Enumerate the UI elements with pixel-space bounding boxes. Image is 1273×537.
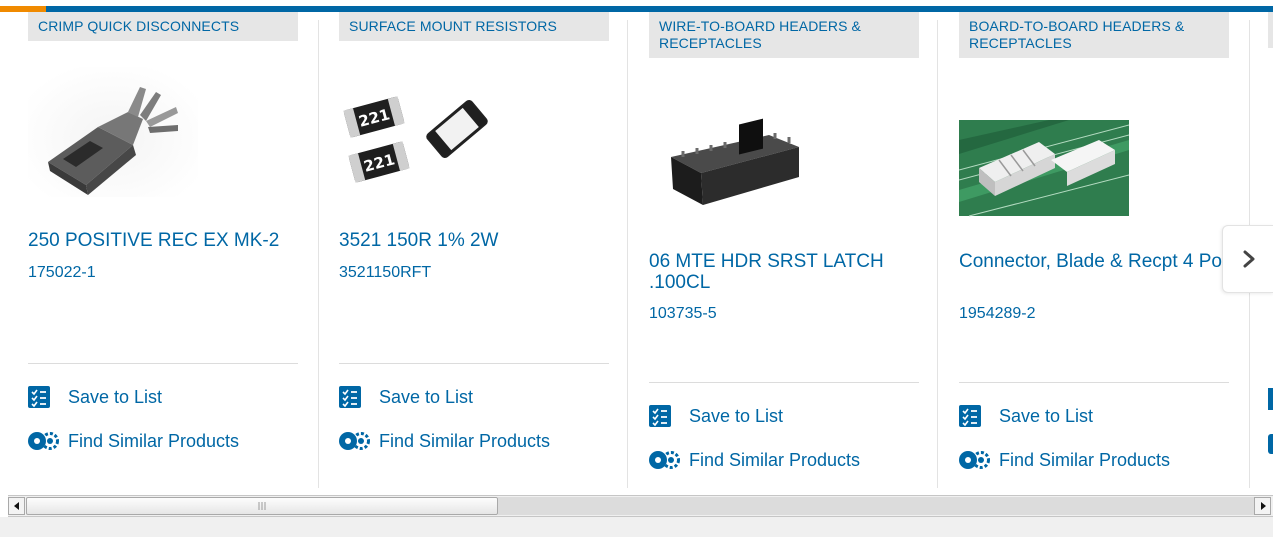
scroll-left-button[interactable] (8, 497, 25, 515)
scrollbar-thumb[interactable] (26, 497, 498, 515)
save-to-list-label: Save to List (999, 405, 1094, 426)
save-to-list-button[interactable]: Save to List (959, 403, 1093, 429)
find-similar-products-button[interactable]: Find Similar Products (28, 428, 239, 454)
product-title-link[interactable]: 06 MTE HDR SRST LATCH .100CL (649, 251, 924, 293)
window-bottom-area (0, 517, 1273, 537)
part-number-link[interactable]: 1954289-2 (959, 305, 1036, 323)
save-to-list-label: Save to List (689, 405, 784, 426)
scroll-right-arrow-icon (1260, 502, 1266, 510)
gears-icon (959, 451, 990, 469)
scrollbar-track[interactable] (498, 497, 1254, 515)
category-label[interactable]: CRIMP QUICK DISCONNECTS (28, 12, 298, 41)
product-title-link[interactable]: 250 POSITIVE REC EX MK-2 (28, 230, 303, 251)
find-similar-label: Find Similar Products (68, 430, 240, 451)
find-similar-products-button[interactable]: Find Similar Products (649, 447, 860, 473)
product-card: SURFACE MOUNT RESISTORS 221 221 3521 150 (311, 12, 628, 488)
checklist-icon (959, 405, 981, 427)
product-carousel: CRIMP QUICK DISCONNECTS 250 POSITIVE REC… (0, 12, 1273, 492)
carousel-next-button[interactable] (1222, 225, 1273, 293)
top-accent-bar (0, 0, 1273, 12)
product-card: BOARD-TO-BOARD HEADERS & RECEPTACLES Con… (931, 12, 1250, 488)
find-similar-label: Find Similar Products (379, 430, 551, 451)
find-similar-products-button[interactable]: Find Similar Products (959, 447, 1170, 473)
next-card-category-peek (1268, 12, 1273, 48)
find-similar-products-button[interactable]: Find Similar Products (339, 428, 550, 454)
scroll-right-button[interactable] (1254, 497, 1271, 515)
save-to-list-button[interactable]: Save to List (28, 384, 162, 410)
gears-icon (649, 451, 680, 469)
category-label[interactable]: SURFACE MOUNT RESISTORS (339, 12, 609, 41)
smd-resistor-image[interactable]: 221 221 (339, 77, 509, 207)
category-label[interactable]: BOARD-TO-BOARD HEADERS & RECEPTACLES (959, 12, 1229, 58)
find-similar-label: Find Similar Products (689, 449, 861, 470)
next-card-save-icon-peek (1268, 388, 1273, 410)
card-divider (649, 382, 919, 383)
checklist-icon (28, 386, 50, 408)
save-to-list-button[interactable]: Save to List (339, 384, 473, 410)
product-card: CRIMP QUICK DISCONNECTS 250 POSITIVE REC… (0, 12, 319, 488)
product-title-link[interactable]: 3521 150R 1% 2W (339, 230, 614, 251)
grip-icon (258, 502, 266, 510)
checklist-icon (339, 386, 361, 408)
product-card: WIRE-TO-BOARD HEADERS & RECEPTACLES 06 M… (621, 12, 938, 488)
pin-header-image[interactable] (649, 102, 819, 232)
checklist-icon (649, 405, 671, 427)
horizontal-scrollbar[interactable] (8, 495, 1273, 517)
chevron-right-icon (1243, 250, 1254, 268)
card-divider (339, 363, 609, 364)
crimp-terminal-image[interactable] (28, 67, 198, 197)
save-to-list-button[interactable]: Save to List (649, 403, 783, 429)
scroll-left-arrow-icon (13, 502, 19, 510)
category-label[interactable]: WIRE-TO-BOARD HEADERS & RECEPTACLES (649, 12, 919, 58)
product-title-link[interactable]: Connector, Blade & Recpt 4 Pos (959, 251, 1234, 272)
card-divider (959, 382, 1229, 383)
part-number-link[interactable]: 3521150RFT (339, 264, 431, 282)
gears-icon (339, 432, 370, 450)
board-connector-image[interactable] (959, 103, 1129, 233)
next-card-find-icon-peek (1268, 434, 1273, 454)
part-number-link[interactable]: 175022-1 (28, 264, 96, 282)
save-to-list-label: Save to List (379, 386, 474, 407)
find-similar-label: Find Similar Products (999, 449, 1171, 470)
card-divider (28, 363, 298, 364)
gears-icon (28, 432, 59, 450)
save-to-list-label: Save to List (68, 386, 163, 407)
part-number-link[interactable]: 103735-5 (649, 305, 717, 323)
